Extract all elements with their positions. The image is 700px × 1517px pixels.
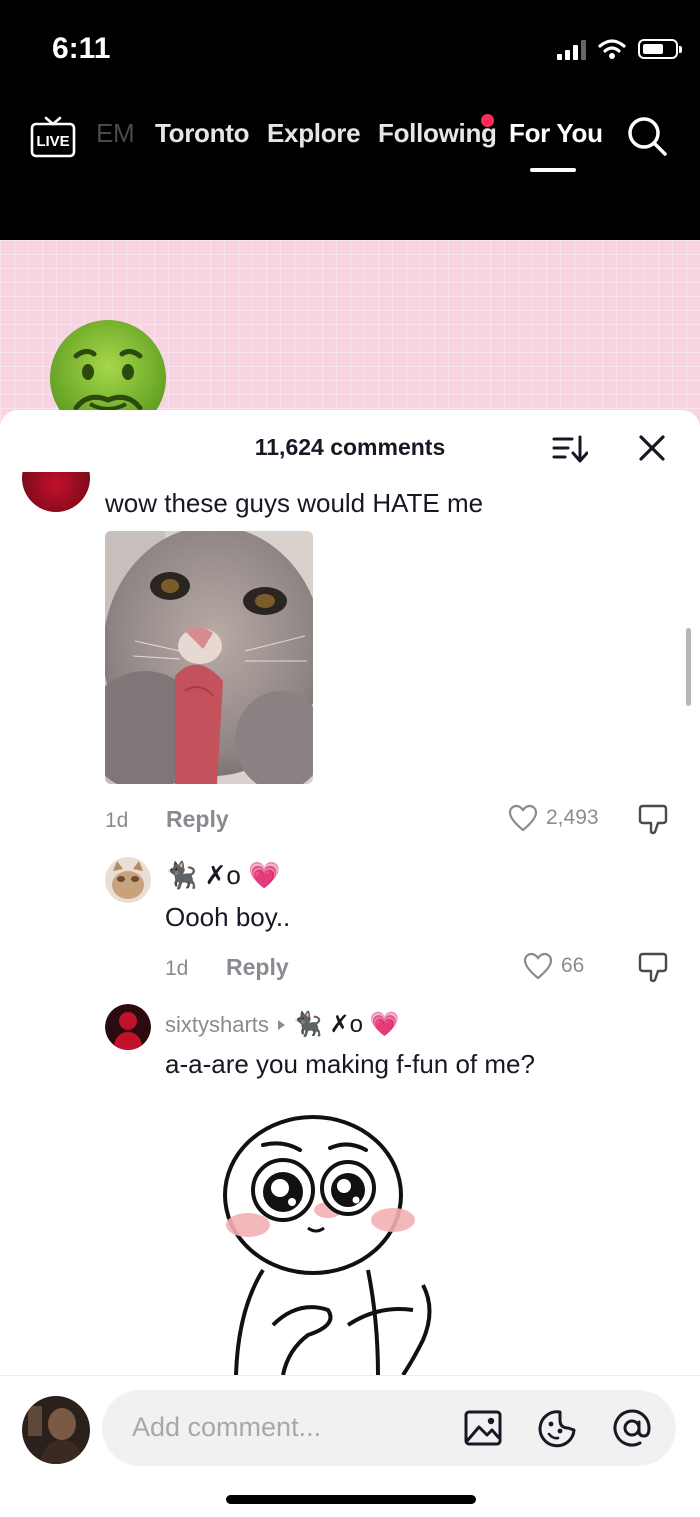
close-icon[interactable] [636,432,668,464]
avatar[interactable] [22,472,90,512]
status-icons [557,36,682,62]
comment-input-placeholder[interactable]: Add comment... [132,1412,321,1443]
reply-button[interactable]: Reply [226,954,289,981]
reply-arrow-icon [277,1019,285,1030]
username[interactable]: sixtysharts [165,1012,269,1038]
live-label: LIVE [36,133,69,150]
wifi-icon [598,39,626,59]
reply-text: Oooh boy.. [165,902,291,932]
scrollbar[interactable] [686,628,691,706]
avatar[interactable] [105,1004,151,1050]
reply-age: 1d [165,957,189,980]
comment-age: 1d [105,809,129,832]
like-button[interactable]: 66 [523,952,584,980]
image-icon[interactable] [463,1408,503,1448]
avatar[interactable] [105,857,151,903]
heart-icon [523,952,553,980]
heart-icon [508,804,538,832]
mention-icon[interactable] [612,1408,652,1448]
feed-nav: LIVE EM Toronto Explore Following For Yo… [0,112,700,172]
sort-icon[interactable] [552,434,588,464]
tab-toronto[interactable]: Toronto [155,118,249,149]
reply-username[interactable]: sixtysharts 🐈‍⬛ ✗o 💗 [165,1010,399,1039]
live-icon[interactable]: LIVE [30,114,76,160]
emoji-icon[interactable] [538,1408,578,1448]
my-avatar[interactable] [22,1396,90,1464]
reply-username[interactable]: 🐈‍⬛ ✗o 💗 [165,860,280,891]
reply-text: a-a-are you making f-fun of me? [165,1049,535,1079]
comment-text: wow these guys would HATE me [105,488,484,518]
active-tab-indicator [530,168,576,172]
home-indicator [226,1495,476,1504]
comments-sheet: 11,624 comments wow these guys would HAT… [0,410,700,1517]
shy-meme-sticker[interactable] [218,1110,448,1375]
reply-button[interactable]: Reply [166,806,229,833]
tab-for-you[interactable]: For You [509,118,603,149]
cat-photo[interactable] [105,531,313,784]
search-icon[interactable] [625,114,669,158]
like-count: 66 [561,954,585,977]
tab-explore[interactable]: Explore [267,118,361,149]
reply-to-username[interactable]: 🐈‍⬛ ✗o 💗 [293,1010,400,1039]
comment-composer: Add comment... [0,1375,700,1517]
dislike-icon[interactable] [637,802,671,836]
like-button[interactable]: 2,493 [508,804,599,832]
dislike-icon[interactable] [637,950,671,984]
status-time: 6:11 [52,32,111,65]
cellular-signal-icon [557,38,586,60]
following-notification-dot [481,114,494,127]
comment-count: 11,624 comments [254,434,446,460]
battery-icon [638,39,682,59]
tab-following[interactable]: Following [378,118,497,149]
tab-em[interactable]: EM [96,118,135,149]
like-count: 2,493 [546,806,599,829]
comments-header: 11,624 comments [0,410,700,480]
